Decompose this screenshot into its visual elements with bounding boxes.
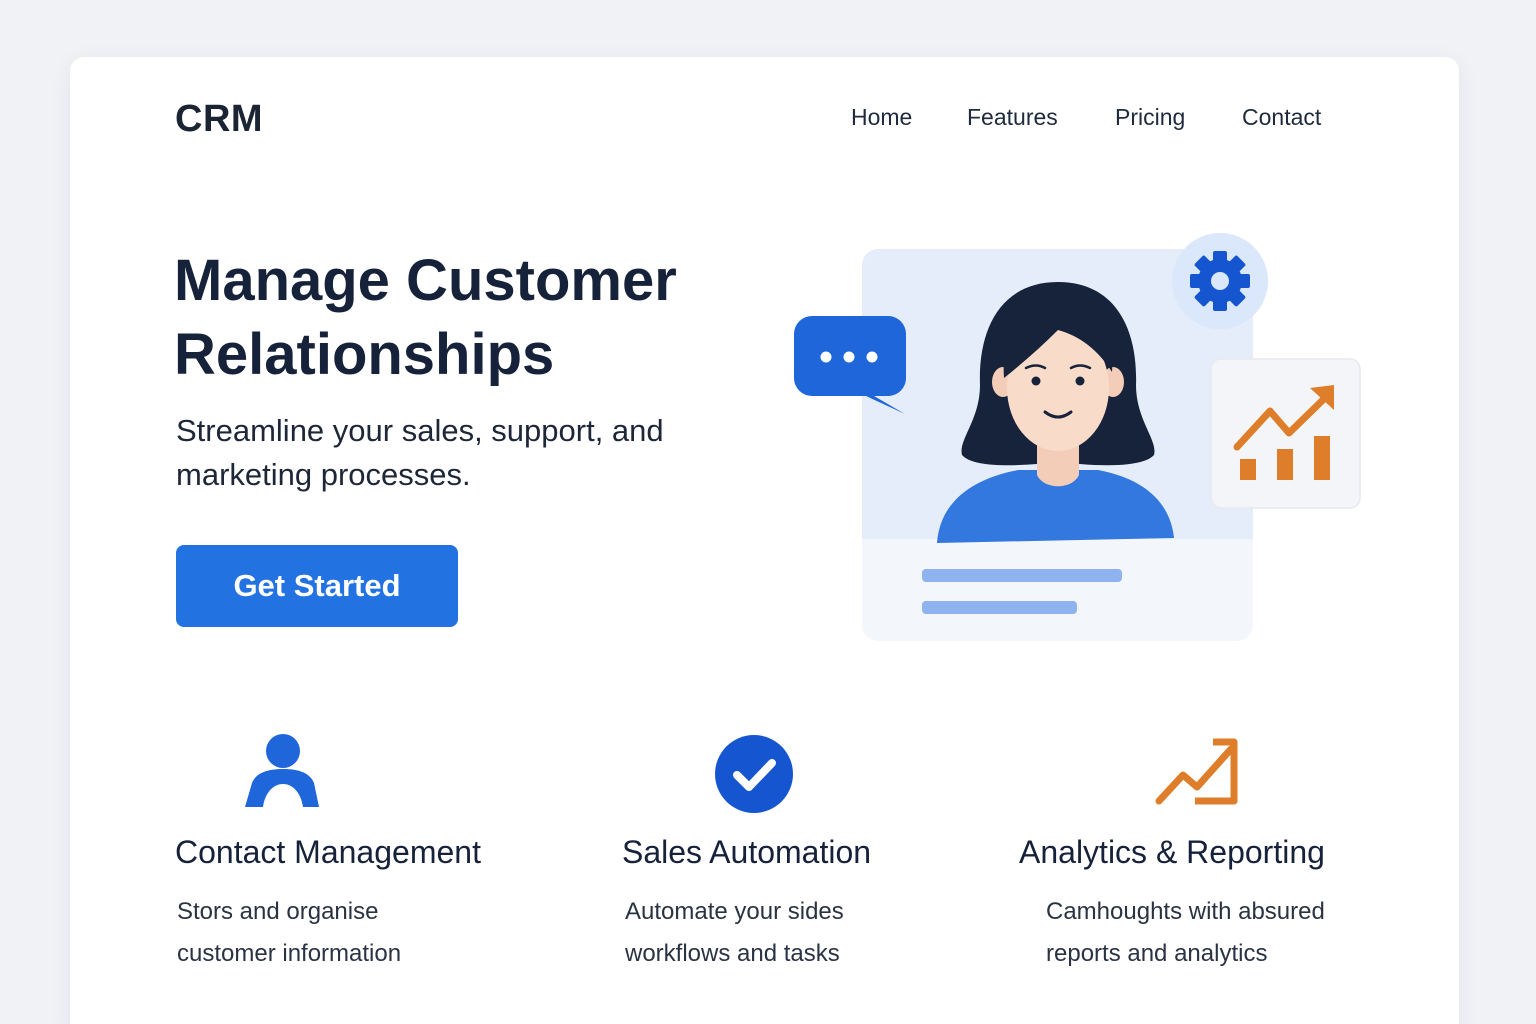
- nav-home-link[interactable]: Home: [851, 104, 912, 131]
- hero-title: Manage Customer Relationships: [174, 244, 774, 392]
- hero-title-line1: Manage Customer: [174, 248, 677, 313]
- feature-desc-sales-automation: Automate your sides workflows and tasks: [625, 891, 985, 975]
- feature-desc-analytics-reporting: Camhoughts with absured reports and anal…: [1046, 891, 1406, 975]
- feature-desc-line: Camhoughts with absured: [1046, 898, 1325, 925]
- feature-desc-line: Automate your sides: [625, 898, 844, 925]
- top-nav: Home Features Pricing Contact: [0, 104, 1536, 134]
- hero-subtitle-line2: marketing processes.: [176, 457, 471, 492]
- hero-title-line2: Relationships: [174, 322, 555, 387]
- nav-pricing-link[interactable]: Pricing: [1115, 104, 1185, 131]
- nav-contact-link[interactable]: Contact: [1242, 104, 1321, 131]
- trend-up-icon: [1155, 738, 1238, 805]
- feature-title-analytics-reporting: Analytics & Reporting: [1019, 834, 1325, 870]
- feature-title-contact-management: Contact Management: [175, 834, 481, 870]
- feature-desc-line: Stors and organise: [177, 898, 379, 925]
- nav-features-link[interactable]: Features: [967, 104, 1058, 131]
- user-icon: [245, 734, 319, 807]
- feature-desc-line: workflows and tasks: [625, 940, 840, 967]
- get-started-button[interactable]: Get Started: [176, 545, 458, 627]
- feature-desc-line: customer information: [177, 940, 402, 967]
- feature-desc-line: reports and analytics: [1046, 940, 1268, 967]
- hero-subtitle: Streamline your sales, support, and mark…: [176, 409, 736, 497]
- feature-desc-contact-management: Stors and organise customer information: [177, 891, 537, 975]
- page-card: [70, 57, 1459, 1024]
- feature-title-sales-automation: Sales Automation: [622, 834, 872, 870]
- hero-subtitle-line1: Streamline your sales, support, and: [176, 413, 664, 448]
- checkmark-circle-icon: [715, 735, 793, 813]
